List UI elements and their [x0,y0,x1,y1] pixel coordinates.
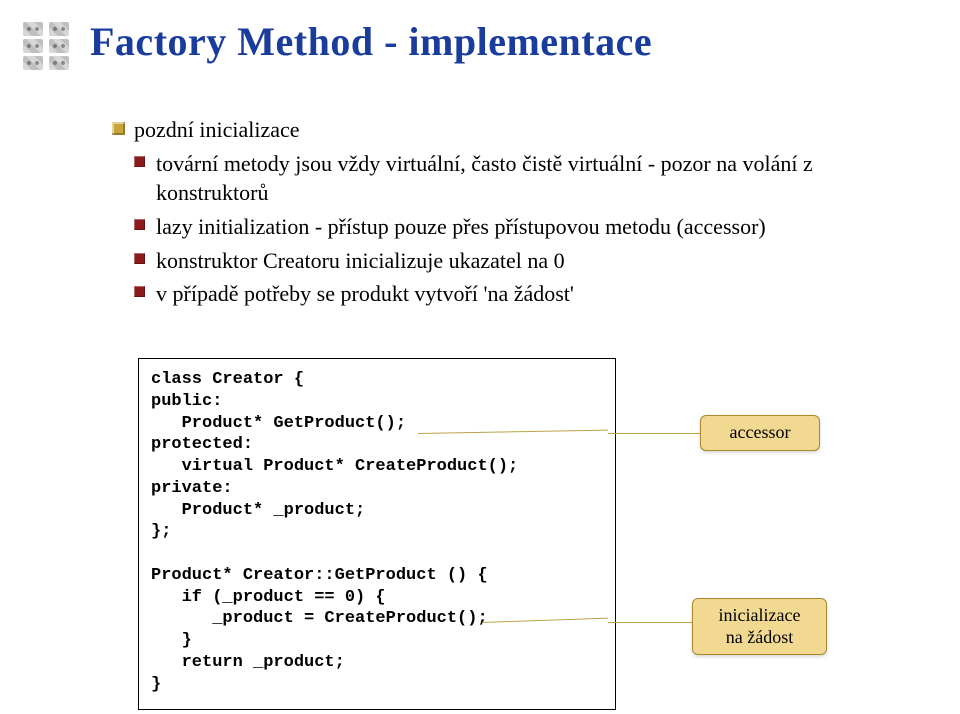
bullet-list: pozdní inicializace tovární metody jsou … [112,115,900,313]
bullet-level2: tovární metody jsou vždy virtuální, čast… [134,149,900,208]
callout-connector [608,622,694,623]
callout-lazy-line1: inicializace na žádost [719,605,801,647]
callout-accessor: accessor [700,415,820,451]
bullet-level2: v případě potřeby se produkt vytvoří 'na… [134,279,900,309]
callout-connector [608,433,702,434]
bullet-level1: pozdní inicializace [112,115,900,145]
page-title: Factory Method - implementace [90,18,652,65]
slide-logo [18,22,74,70]
callout-lazy: inicializace na žádost [692,598,827,655]
bullet-level2: konstruktor Creatoru inicializuje ukazat… [134,246,900,276]
bullet-level2: lazy initialization - přístup pouze přes… [134,212,900,242]
code-block: class Creator { public: Product* GetProd… [138,358,616,710]
